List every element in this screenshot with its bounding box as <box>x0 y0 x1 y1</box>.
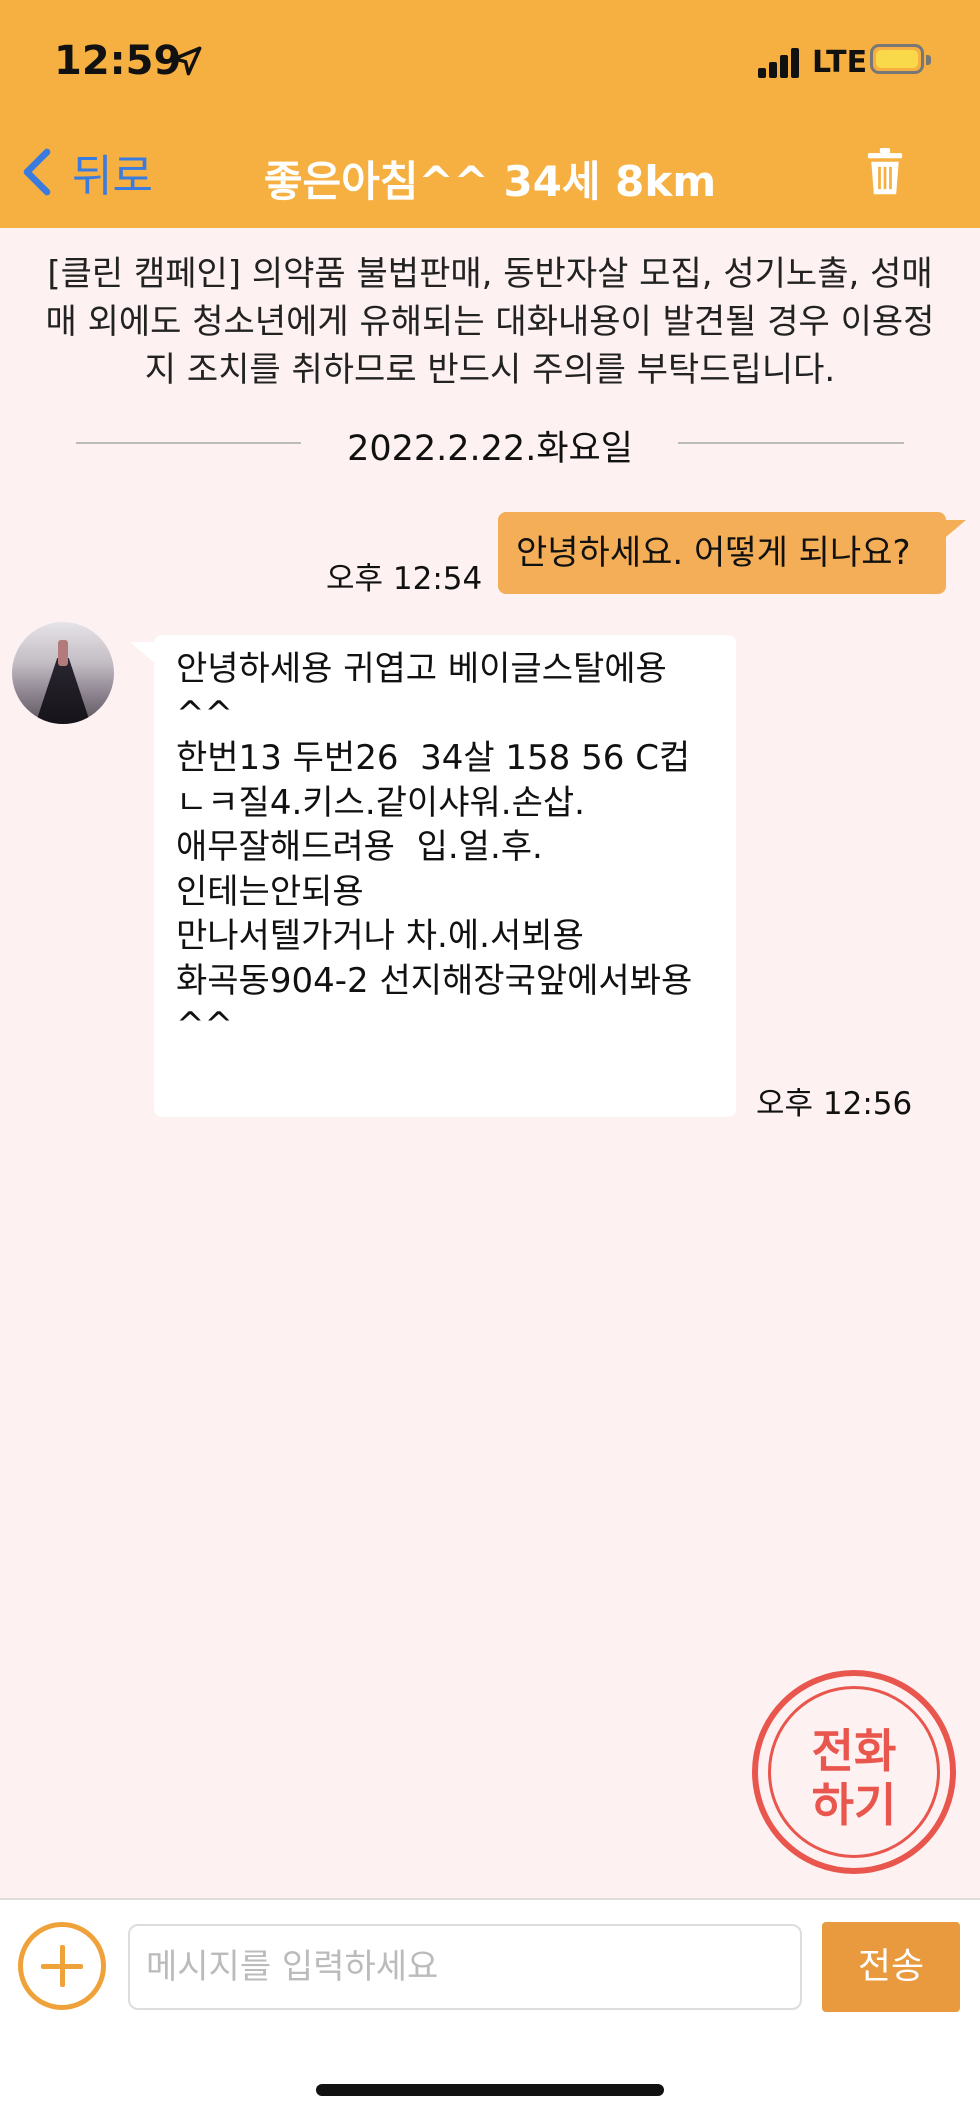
clean-campaign-notice: [클린 캠페인] 의약품 불법판매, 동반자살 모집, 성기노출, 성매매 외에… <box>45 254 935 390</box>
date-divider: 2022.2.22.화요일 <box>347 429 633 469</box>
call-button[interactable]: 전화 하기 <box>752 1670 956 1874</box>
avatar[interactable] <box>12 622 114 724</box>
header-bar: 12:59 LTE 뒤로 좋은아침^^ 34세 8km <box>0 0 980 228</box>
call-button-label: 전화 하기 <box>811 1724 897 1832</box>
composer-bar: 전송 <box>0 1898 980 2122</box>
send-button[interactable]: 전송 <box>822 1922 960 2012</box>
divider-right <box>678 442 904 444</box>
location-arrow-icon <box>172 46 202 76</box>
message-time: 오후 12:54 <box>326 561 483 597</box>
add-attachment-button[interactable] <box>18 1922 106 2010</box>
status-time: 12:59 <box>54 38 182 84</box>
bubble-tail <box>940 520 966 542</box>
trash-icon[interactable] <box>864 148 906 196</box>
message-time: 오후 12:56 <box>756 1086 913 1122</box>
sent-message-bubble[interactable]: 안녕하세요. 어떻게 되나요? <box>498 512 946 594</box>
received-message-bubble[interactable]: 안녕하세용 귀엽고 베이글스탈에용 ^^ 한번13 두번26 34살 158 5… <box>154 635 736 1117</box>
bubble-tail <box>130 642 156 664</box>
home-indicator <box>316 2084 664 2096</box>
chat-title: 좋은아침^^ 34세 8km <box>263 157 717 206</box>
signal-strength-icon <box>758 46 802 78</box>
battery-icon <box>870 44 931 74</box>
network-type: LTE <box>812 45 868 80</box>
message-input[interactable] <box>128 1924 802 2010</box>
